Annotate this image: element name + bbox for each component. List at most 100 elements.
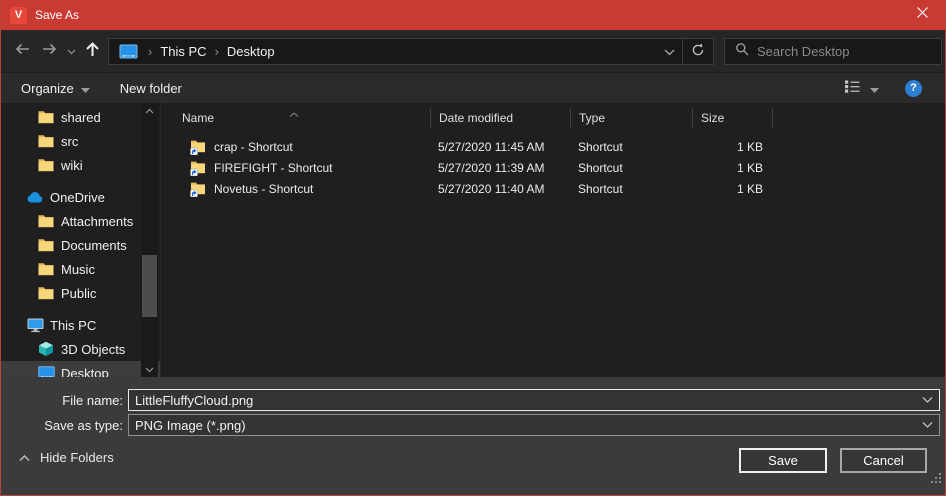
computer-icon xyxy=(26,317,44,333)
scroll-up-icon[interactable] xyxy=(141,103,158,118)
sidebar-item-public[interactable]: Public xyxy=(1,281,160,305)
titlebar: V Save As xyxy=(1,0,945,30)
resize-grip-icon[interactable] xyxy=(932,474,941,483)
save-as-type-value: PNG Image (*.png) xyxy=(129,418,246,433)
recent-locations-button[interactable] xyxy=(65,37,77,65)
file-name-input[interactable] xyxy=(129,390,939,410)
column-header-size[interactable]: Size xyxy=(692,108,772,128)
forward-button[interactable] xyxy=(37,37,63,65)
file-name-combo xyxy=(128,389,940,411)
column-headers: Name Date modified Type Size xyxy=(161,103,945,133)
size-cell: 1 KB xyxy=(692,140,772,154)
desktop-location-icon xyxy=(119,44,138,59)
breadcrumb-this-pc[interactable]: This PC xyxy=(160,44,206,59)
column-header-date-modified[interactable]: Date modified xyxy=(430,108,570,128)
folder-shortcut-icon xyxy=(190,139,206,155)
sidebar-item-label: Music xyxy=(61,262,95,277)
date-modified-cell: 5/27/2020 11:39 AM xyxy=(430,161,570,175)
new-folder-label: New folder xyxy=(120,81,182,96)
sidebar-item-label: Documents xyxy=(61,238,127,253)
view-options-chevron[interactable] xyxy=(870,81,879,96)
organize-button[interactable]: Organize xyxy=(21,81,90,96)
details-view-icon xyxy=(845,80,860,96)
dropdown-triangle-icon xyxy=(870,81,879,96)
sidebar-item-music[interactable]: Music xyxy=(1,257,160,281)
file-name-cell: Novetus - Shortcut xyxy=(161,181,430,197)
search-icon xyxy=(735,42,749,61)
folder-icon xyxy=(37,286,55,300)
monitor-icon xyxy=(37,366,55,377)
file-row-firefight-shortcut[interactable]: FIREFIGHT - Shortcut5/27/2020 11:39 AMSh… xyxy=(161,157,945,178)
hide-folders-label: Hide Folders xyxy=(40,450,114,465)
type-cell: Shortcut xyxy=(570,140,692,154)
type-cell: Shortcut xyxy=(570,161,692,175)
sidebar-item-label: wiki xyxy=(61,158,83,173)
scroll-down-icon[interactable] xyxy=(141,362,158,377)
save-as-type-label: Save as type: xyxy=(1,418,128,433)
new-folder-button[interactable]: New folder xyxy=(120,81,182,96)
close-icon xyxy=(916,6,929,24)
command-toolbar: Organize New folder ? xyxy=(1,72,945,103)
search-input[interactable] xyxy=(757,44,941,59)
address-history-button[interactable] xyxy=(656,39,682,64)
sidebar-item-onedrive[interactable]: OneDrive xyxy=(1,185,160,209)
sidebar-item-shared[interactable]: shared xyxy=(1,105,160,129)
folder-icon xyxy=(37,158,55,172)
type-cell: Shortcut xyxy=(570,182,692,196)
folder-icon xyxy=(37,134,55,148)
sidebar-item-documents[interactable]: Documents xyxy=(1,233,160,257)
file-name-row: File name: xyxy=(1,377,940,411)
change-view-button[interactable] xyxy=(845,80,860,96)
sidebar-item-label: This PC xyxy=(50,318,96,333)
vivaldi-app-icon: V xyxy=(10,7,27,24)
column-header-blank xyxy=(772,108,945,128)
sidebar-item-this-pc[interactable]: This PC xyxy=(1,313,160,337)
forward-arrow-icon xyxy=(41,42,59,61)
help-button[interactable]: ? xyxy=(905,80,922,97)
back-button[interactable] xyxy=(9,37,35,65)
window-title: Save As xyxy=(35,8,79,22)
refresh-button[interactable] xyxy=(683,39,713,64)
save-as-type-dropdown-chevron xyxy=(922,422,933,429)
sidebar-item-label: 3D Objects xyxy=(61,342,125,357)
breadcrumb-desktop[interactable]: Desktop xyxy=(227,44,275,59)
sidebar-item-3d-objects[interactable]: 3D Objects xyxy=(1,337,160,361)
bottom-panel: File name: Save as type: PNG Image (*.pn… xyxy=(1,377,945,495)
scrollbar-thumb[interactable] xyxy=(142,255,157,317)
breadcrumb-separator: › xyxy=(207,44,227,59)
cancel-button[interactable]: Cancel xyxy=(840,448,927,473)
file-row-crap-shortcut[interactable]: crap - Shortcut5/27/2020 11:45 AMShortcu… xyxy=(161,136,945,157)
chevron-up-icon xyxy=(19,450,30,465)
folder-icon xyxy=(37,238,55,252)
cube-icon xyxy=(37,341,55,357)
up-button[interactable] xyxy=(81,37,103,65)
cloud-icon xyxy=(26,191,44,203)
close-button[interactable] xyxy=(900,0,945,30)
file-rows: crap - Shortcut5/27/2020 11:45 AMShortcu… xyxy=(161,136,945,199)
save-as-type-row: Save as type: PNG Image (*.png) xyxy=(1,414,940,436)
sidebar-item-attachments[interactable]: Attachments xyxy=(1,209,160,233)
hide-folders-button[interactable]: Hide Folders xyxy=(19,450,114,465)
folder-shortcut-icon xyxy=(190,160,206,176)
sidebar-item-label: Desktop xyxy=(61,366,109,378)
sidebar-item-wiki[interactable]: wiki xyxy=(1,153,160,177)
save-button[interactable]: Save xyxy=(739,448,827,473)
folder-icon xyxy=(37,262,55,276)
sidebar-item-label: Public xyxy=(61,286,96,301)
dialog-footer: Hide Folders Save Cancel xyxy=(1,436,945,486)
navigation-pane: sharedsrc wiki OneDriveAttachments Document… xyxy=(1,103,161,377)
chevron-down-icon xyxy=(664,44,675,59)
address-bar[interactable]: › This PC › Desktop xyxy=(108,38,714,65)
main-area: sharedsrc wiki OneDriveAttachments Document… xyxy=(1,103,945,377)
search-box[interactable] xyxy=(724,38,942,65)
file-name-dropdown-chevron[interactable] xyxy=(922,397,933,404)
sidebar-item-desktop[interactable]: Desktop xyxy=(1,361,160,377)
breadcrumb-separator: › xyxy=(140,44,160,59)
sidebar-scrollbar[interactable] xyxy=(141,103,158,377)
save-as-type-select[interactable]: PNG Image (*.png) xyxy=(128,414,940,436)
sidebar-item-src[interactable]: src xyxy=(1,129,160,153)
file-row-novetus-shortcut[interactable]: Novetus - Shortcut5/27/2020 11:40 AMShor… xyxy=(161,178,945,199)
date-modified-cell: 5/27/2020 11:45 AM xyxy=(430,140,570,154)
column-header-type[interactable]: Type xyxy=(570,108,692,128)
folder-icon xyxy=(37,110,55,124)
